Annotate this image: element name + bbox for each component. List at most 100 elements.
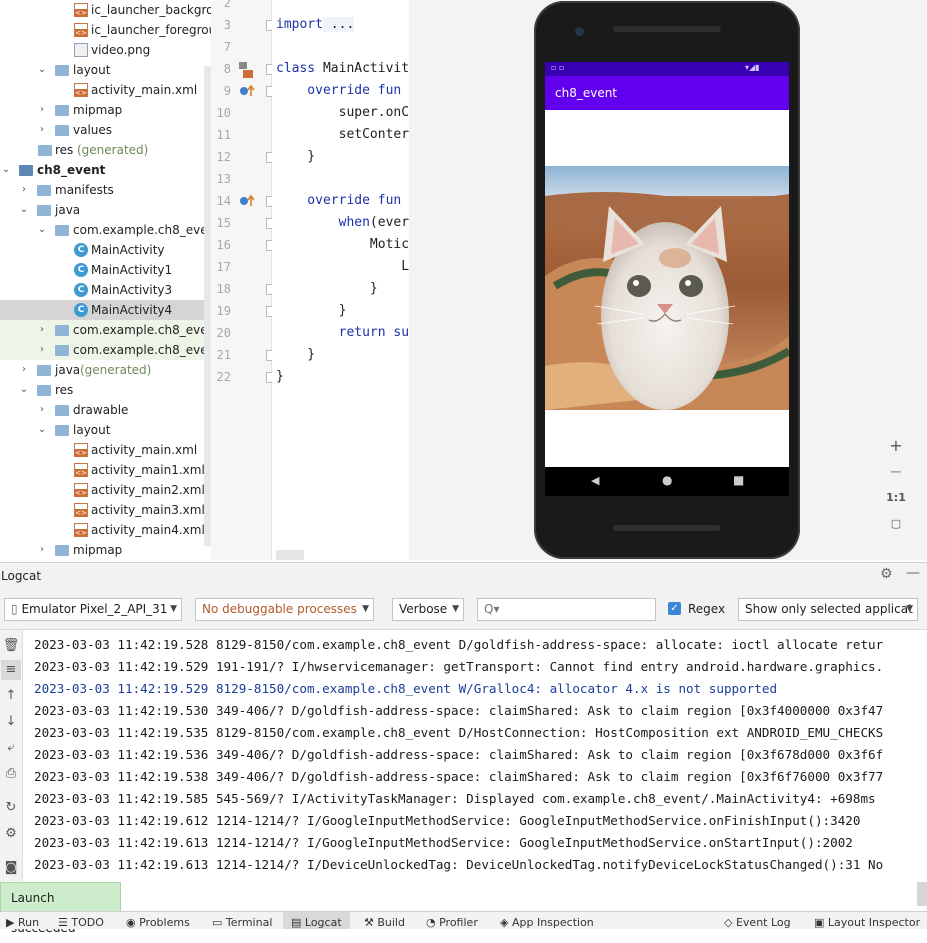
recents-icon[interactable]: ■ xyxy=(733,473,744,487)
tab-run[interactable]: ▶ Run xyxy=(6,912,39,929)
package-icon xyxy=(55,325,69,336)
device-screen[interactable]: ▫ ▫ ▾◢▮ ch8_event xyxy=(545,62,789,496)
tree-class[interactable]: MainActivity3 xyxy=(0,280,211,300)
folder-icon xyxy=(55,545,69,556)
scroll-to-end-icon[interactable]: ≡ xyxy=(1,660,21,680)
chevron-right-icon[interactable]: › xyxy=(19,360,29,380)
tree-item[interactable]: activity_main1.xml xyxy=(0,460,211,480)
line-number: 10 xyxy=(216,106,231,120)
tab-build[interactable]: ⚒ Build xyxy=(364,912,405,929)
tree-folder[interactable]: ⌄ res xyxy=(0,380,211,400)
tree-item[interactable]: activity_main3.xml xyxy=(0,500,211,520)
tree-scrollbar[interactable] xyxy=(204,66,211,546)
screenshot-icon[interactable]: ◙ xyxy=(1,858,21,878)
log-scrollbar[interactable] xyxy=(917,882,927,906)
kotlin-class-icon xyxy=(74,303,88,317)
tree-package[interactable]: ⌄ com.example.ch8_event xyxy=(0,220,211,240)
tree-package[interactable]: ›com.example.ch8_event( xyxy=(0,340,211,360)
chevron-right-icon[interactable]: › xyxy=(37,120,47,140)
zoom-in-button[interactable]: + xyxy=(882,434,910,458)
tab-event-log[interactable]: ◇ Event Log xyxy=(724,912,791,929)
restart-icon[interactable]: ↻ xyxy=(1,798,21,818)
back-icon[interactable]: ◀ xyxy=(591,474,599,487)
regex-checkbox[interactable]: ✓ xyxy=(668,602,681,615)
tree-class[interactable]: MainActivity1 xyxy=(0,260,211,280)
build-icon: ⚒ xyxy=(364,916,378,929)
folder-icon xyxy=(55,65,69,76)
code-line: override fun xyxy=(276,83,402,98)
tree-item[interactable]: activity_main.xml xyxy=(0,80,211,100)
tree-item[interactable]: activity_main4.xml xyxy=(0,520,211,540)
zoom-actual-size-button[interactable]: 1:1 xyxy=(882,486,910,510)
tree-item[interactable]: video.png xyxy=(0,40,211,60)
chevron-down-icon[interactable]: ⌄ xyxy=(37,60,47,80)
logcat-output[interactable]: 2023-03-03 11:42:19.528 8129-8150/com.ex… xyxy=(23,630,927,910)
arrow-up-icon[interactable]: ↑ xyxy=(1,686,21,706)
filter-select[interactable]: Show only selected applicat ▼ xyxy=(738,598,918,621)
device-select[interactable]: ▯ Emulator Pixel_2_API_31 ▼ xyxy=(4,598,182,621)
tree-class-selected[interactable]: MainActivity4 xyxy=(0,300,211,320)
chevron-down-icon[interactable]: ⌄ xyxy=(37,220,47,240)
tree-folder[interactable]: › values xyxy=(0,120,211,140)
code-line: } xyxy=(276,347,316,362)
tree-module[interactable]: ⌄ ch8_event xyxy=(0,160,211,180)
chevron-right-icon[interactable]: › xyxy=(37,320,47,340)
tab-profiler[interactable]: ◔ Profiler xyxy=(426,912,478,929)
tree-folder[interactable]: ⌄ layout xyxy=(0,420,211,440)
chevron-right-icon[interactable]: › xyxy=(37,400,47,420)
tree-folder[interactable]: › manifests xyxy=(0,180,211,200)
chevron-right-icon[interactable]: › xyxy=(19,180,29,200)
override-marker-icon[interactable] xyxy=(239,84,255,98)
tab-terminal[interactable]: ▭ Terminal xyxy=(212,912,272,929)
tab-todo[interactable]: ☰ TODO xyxy=(58,912,104,929)
run-icon: ▶ xyxy=(6,916,18,929)
tree-folder[interactable]: ⌄ java xyxy=(0,200,211,220)
log-level-select[interactable]: Verbose ▼ xyxy=(392,598,464,621)
tab-app-inspection[interactable]: ◈ App Inspection xyxy=(500,912,594,929)
folder-icon xyxy=(38,145,52,156)
tree-folder[interactable]: › mipmap xyxy=(0,100,211,120)
override-marker-icon[interactable] xyxy=(239,194,255,208)
tree-package[interactable]: ›com.example.ch8_event( xyxy=(0,320,211,340)
process-select[interactable]: No debuggable processes ▼ xyxy=(195,598,374,621)
settings-icon[interactable]: ⚙ xyxy=(1,824,21,844)
home-icon[interactable]: ● xyxy=(662,473,672,487)
tree-folder[interactable]: › mipmap xyxy=(0,540,211,560)
tree-item[interactable]: ic_launcher_backgrou xyxy=(0,0,211,20)
tree-folder[interactable]: ⌄ layout xyxy=(0,60,211,80)
activity-layout-icon[interactable] xyxy=(238,62,254,78)
tree-item[interactable]: ic_launcher_foregroun xyxy=(0,20,211,40)
chevron-right-icon[interactable]: › xyxy=(37,340,47,360)
chevron-down-icon[interactable]: ⌄ xyxy=(19,200,29,220)
print-icon[interactable]: ⎙ xyxy=(1,764,21,784)
code-editor[interactable]: import ... class MainActivit override fu… xyxy=(272,0,409,560)
search-input[interactable]: Q▾ xyxy=(477,598,656,621)
tab-problems[interactable]: ◉ Problems xyxy=(126,912,190,929)
tree-folder[interactable]: res (generated) xyxy=(0,140,211,160)
editor-hscrollbar[interactable] xyxy=(276,550,304,560)
regex-label: Regex xyxy=(688,602,726,616)
chevron-down-icon[interactable]: ⌄ xyxy=(19,380,29,400)
chevron-down-icon[interactable]: ⌄ xyxy=(37,420,47,440)
chevron-right-icon[interactable]: › xyxy=(37,100,47,120)
chevron-right-icon[interactable]: › xyxy=(37,540,47,560)
line-number: 17 xyxy=(216,260,231,274)
tree-folder[interactable]: › drawable xyxy=(0,400,211,420)
code-line: super.onC xyxy=(276,105,409,120)
tree-item[interactable]: activity_main.xml xyxy=(0,440,211,460)
tree-class[interactable]: MainActivity xyxy=(0,240,211,260)
minimize-icon[interactable]: — xyxy=(906,565,920,581)
camera-icon xyxy=(575,27,584,36)
tree-folder[interactable]: › java (generated) xyxy=(0,360,211,380)
logcat-title: Logcat xyxy=(1,569,42,583)
trash-icon[interactable]: 🗑 xyxy=(1,636,21,656)
gear-icon[interactable]: ⚙ xyxy=(880,566,893,582)
zoom-out-button[interactable]: − xyxy=(882,460,910,484)
chevron-down-icon[interactable]: ⌄ xyxy=(1,160,11,180)
tab-logcat[interactable]: ▤ Logcat xyxy=(283,912,350,929)
fit-screen-icon[interactable]: ▢ xyxy=(882,512,910,536)
tree-item[interactable]: activity_main2.xml xyxy=(0,480,211,500)
arrow-down-icon[interactable]: ↓ xyxy=(1,712,21,732)
tab-layout-inspector[interactable]: ▣ Layout Inspector xyxy=(814,912,920,929)
soft-wrap-icon[interactable]: ⤶ xyxy=(1,738,21,758)
